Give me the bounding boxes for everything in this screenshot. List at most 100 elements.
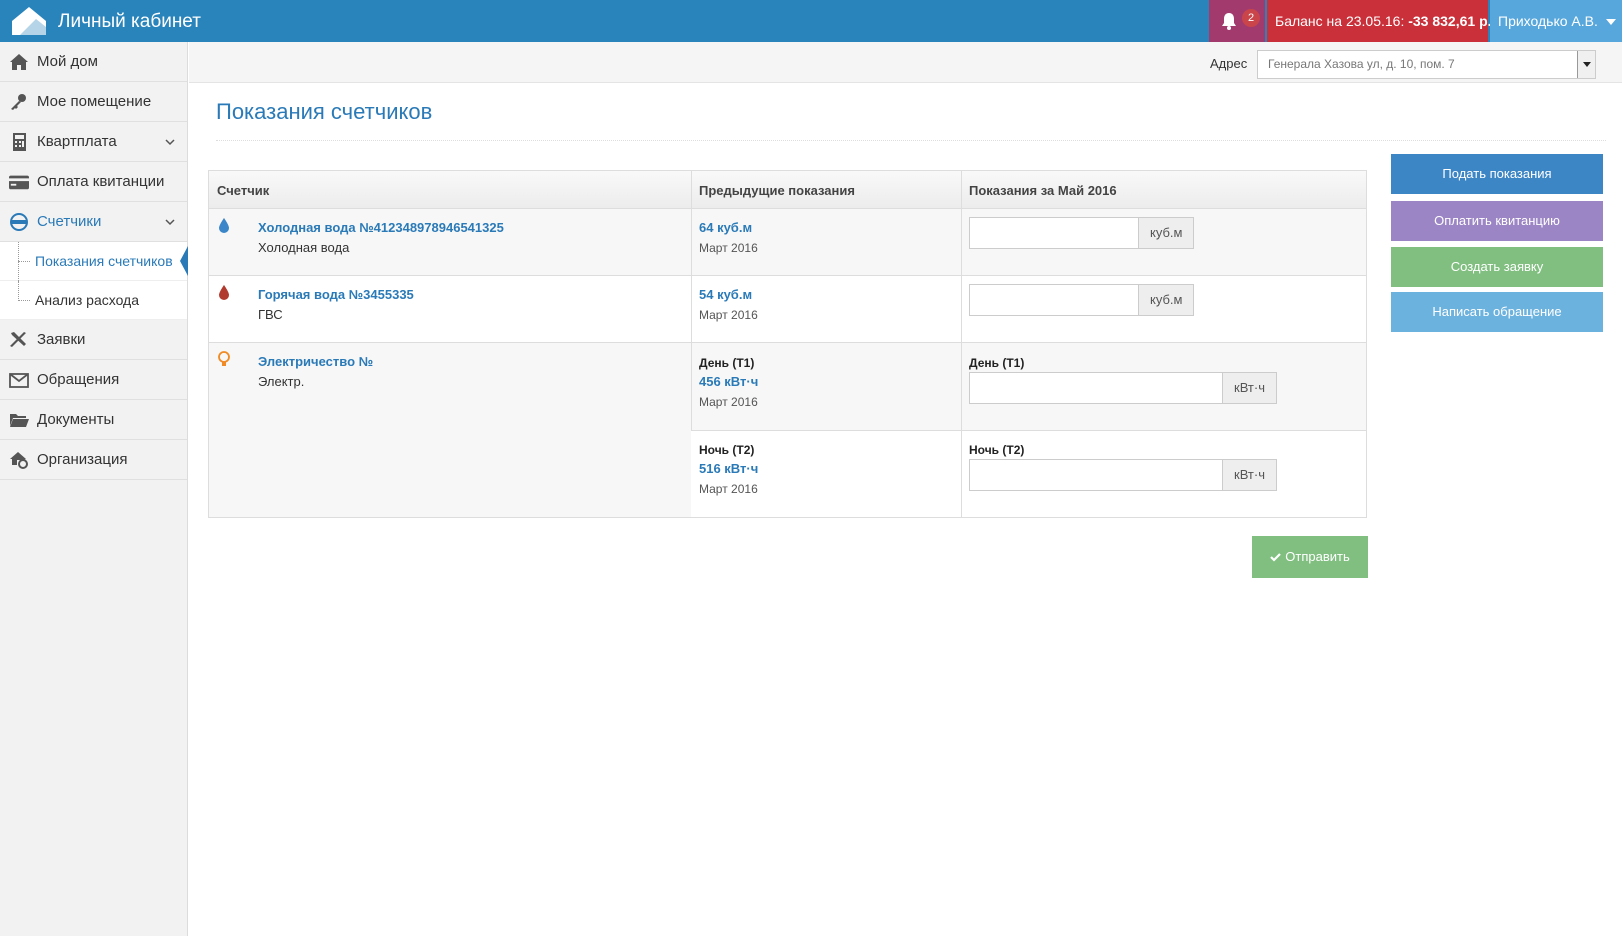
chevron-down-icon bbox=[165, 219, 175, 226]
active-marker bbox=[180, 246, 188, 276]
sidebar-item-rent[interactable]: Квартплата bbox=[0, 122, 187, 162]
submit-button[interactable]: Отправить bbox=[1252, 536, 1368, 578]
meter-icon bbox=[10, 213, 28, 231]
create-request-button[interactable]: Создать заявку bbox=[1391, 247, 1603, 287]
previous-value: 516 кВт·ч bbox=[699, 461, 759, 476]
tariff-label: День (Т1) bbox=[969, 356, 1025, 370]
sidebar-item-my-premises[interactable]: Мое помещение bbox=[0, 82, 187, 122]
page-title: Показания счетчиков bbox=[216, 99, 433, 124]
sidebar-item-requests[interactable]: Заявки bbox=[0, 320, 187, 360]
water-drop-icon bbox=[219, 218, 229, 233]
reading-input-group: куб.м bbox=[969, 217, 1195, 249]
sidebar-subitem-label: Анализ расхода bbox=[35, 292, 140, 308]
address-selected-value: Генерала Хазова ул, д. 10, пом. 7 bbox=[1268, 57, 1455, 71]
sidebar-item-label: Оплата квитанции bbox=[37, 173, 165, 190]
checkmark-icon bbox=[1270, 553, 1282, 562]
meter-name-link[interactable]: Электричество № bbox=[258, 354, 373, 369]
meter-type: Холодная вода bbox=[258, 240, 350, 255]
previous-date: Март 2016 bbox=[699, 308, 758, 322]
user-menu[interactable]: Приходько А.В. bbox=[1490, 0, 1622, 42]
sidebar-item-label: Документы bbox=[37, 411, 115, 428]
table-row: Холодная вода №412348978946541325 Холодн… bbox=[209, 209, 1366, 276]
chevron-down-icon bbox=[165, 139, 175, 146]
submit-readings-button[interactable]: Подать показания bbox=[1391, 154, 1603, 194]
balance-display[interactable]: Баланс на 23.05.16: -33 832,61 р. bbox=[1267, 0, 1492, 42]
previous-value: 456 кВт·ч bbox=[699, 374, 759, 389]
meter-readings-table: Счетчик Предыдущие показания Показания з… bbox=[208, 170, 1367, 518]
sidebar-item-organization[interactable]: Организация bbox=[0, 440, 187, 480]
previous-date: Март 2016 bbox=[699, 241, 758, 255]
previous-value: 54 куб.м bbox=[699, 287, 753, 302]
caret-down-icon bbox=[1605, 19, 1616, 26]
organization-icon bbox=[10, 452, 28, 469]
meter-name-link[interactable]: Горячая вода №3455335 bbox=[258, 287, 414, 302]
tools-icon bbox=[10, 332, 26, 347]
unit-label: куб.м bbox=[1139, 217, 1195, 249]
sidebar-item-meters[interactable]: Счетчики bbox=[0, 202, 187, 242]
hot-water-drop-icon bbox=[219, 285, 229, 300]
title-divider bbox=[216, 140, 1606, 141]
sidebar-item-documents[interactable]: Документы bbox=[0, 400, 187, 440]
unit-label: кВт·ч bbox=[1223, 372, 1277, 404]
sidebar-item-label: Счетчики bbox=[37, 213, 102, 230]
column-header-meter: Счетчик bbox=[217, 183, 270, 198]
sidebar-item-label: Заявки bbox=[37, 331, 86, 348]
house-logo-icon[interactable] bbox=[10, 5, 48, 37]
notifications-button[interactable]: 2 bbox=[1209, 0, 1265, 42]
electricity-day-reading-input[interactable] bbox=[969, 372, 1223, 404]
previous-value: 64 куб.м bbox=[699, 220, 753, 235]
calculator-icon bbox=[13, 133, 26, 151]
table-row: Электричество № Электр. День (Т1) 456 кВ… bbox=[209, 343, 1366, 517]
tariff-label: День (Т1) bbox=[699, 356, 755, 370]
unit-label: куб.м bbox=[1139, 284, 1195, 316]
unit-label: кВт·ч bbox=[1223, 459, 1277, 491]
key-icon bbox=[11, 94, 26, 110]
sidebar: Мой дом Мое помещение Квартплата Оплата … bbox=[0, 42, 188, 936]
sidebar-item-label: Организация bbox=[37, 451, 128, 468]
reading-input-group: кВт·ч bbox=[969, 372, 1277, 404]
meter-type: ГВС bbox=[258, 307, 283, 322]
address-label: Адрес bbox=[1210, 56, 1248, 71]
table-row: Горячая вода №3455335 ГВС 54 куб.м Март … bbox=[209, 276, 1366, 343]
balance-amount: -33 832,61 р. bbox=[1408, 13, 1492, 29]
meter-type: Электр. bbox=[258, 374, 305, 389]
sidebar-item-pay-receipt[interactable]: Оплата квитанции bbox=[0, 162, 187, 202]
top-bar: Личный кабинет 2 Баланс на 23.05.16: -33… bbox=[0, 0, 1622, 42]
folder-icon bbox=[10, 414, 29, 427]
pay-receipt-button[interactable]: Оплатить квитанцию bbox=[1391, 201, 1603, 241]
sidebar-item-label: Мое помещение bbox=[37, 93, 152, 110]
hot-water-reading-input[interactable] bbox=[969, 284, 1139, 316]
previous-date: Март 2016 bbox=[699, 482, 758, 496]
address-bar: Адрес Генерала Хазова ул, д. 10, пом. 7 bbox=[189, 42, 1622, 83]
submit-label: Отправить bbox=[1285, 549, 1350, 564]
electricity-night-reading-input[interactable] bbox=[969, 459, 1223, 491]
reading-input-group: куб.м bbox=[969, 284, 1195, 316]
lightbulb-icon bbox=[218, 351, 230, 366]
envelope-icon bbox=[9, 373, 29, 388]
write-appeal-button[interactable]: Написать обращение bbox=[1391, 292, 1603, 332]
balance-label: Баланс на 23.05.16: bbox=[1275, 13, 1405, 29]
notification-count-badge: 2 bbox=[1242, 9, 1260, 27]
dropdown-arrow-icon[interactable] bbox=[1577, 51, 1595, 78]
cold-water-reading-input[interactable] bbox=[969, 217, 1139, 249]
sidebar-subitem-label: Показания счетчиков bbox=[35, 253, 173, 269]
sidebar-subitem-consumption-analysis[interactable]: Анализ расхода bbox=[0, 281, 187, 320]
home-icon bbox=[10, 54, 28, 70]
app-title[interactable]: Личный кабинет bbox=[58, 11, 201, 33]
credit-card-icon bbox=[9, 175, 29, 190]
reading-input-group: кВт·ч bbox=[969, 459, 1277, 491]
sidebar-subitem-meter-readings[interactable]: Показания счетчиков bbox=[0, 242, 188, 281]
column-header-previous: Предыдущие показания bbox=[699, 183, 855, 198]
tariff-label: Ночь (Т2) bbox=[969, 443, 1025, 457]
address-select[interactable]: Генерала Хазова ул, д. 10, пом. 7 bbox=[1257, 50, 1596, 79]
sidebar-item-label: Обращения bbox=[37, 371, 120, 388]
tariff-label: Ночь (Т2) bbox=[699, 443, 755, 457]
user-name: Приходько А.В. bbox=[1498, 13, 1598, 29]
meter-name-link[interactable]: Холодная вода №412348978946541325 bbox=[258, 220, 504, 235]
column-header-current: Показания за Май 2016 bbox=[969, 183, 1117, 198]
sidebar-item-my-home[interactable]: Мой дом bbox=[0, 42, 187, 82]
bell-icon bbox=[1222, 13, 1236, 30]
sidebar-item-label: Квартплата bbox=[37, 133, 117, 150]
previous-date: Март 2016 bbox=[699, 395, 758, 409]
sidebar-item-appeals[interactable]: Обращения bbox=[0, 360, 187, 400]
